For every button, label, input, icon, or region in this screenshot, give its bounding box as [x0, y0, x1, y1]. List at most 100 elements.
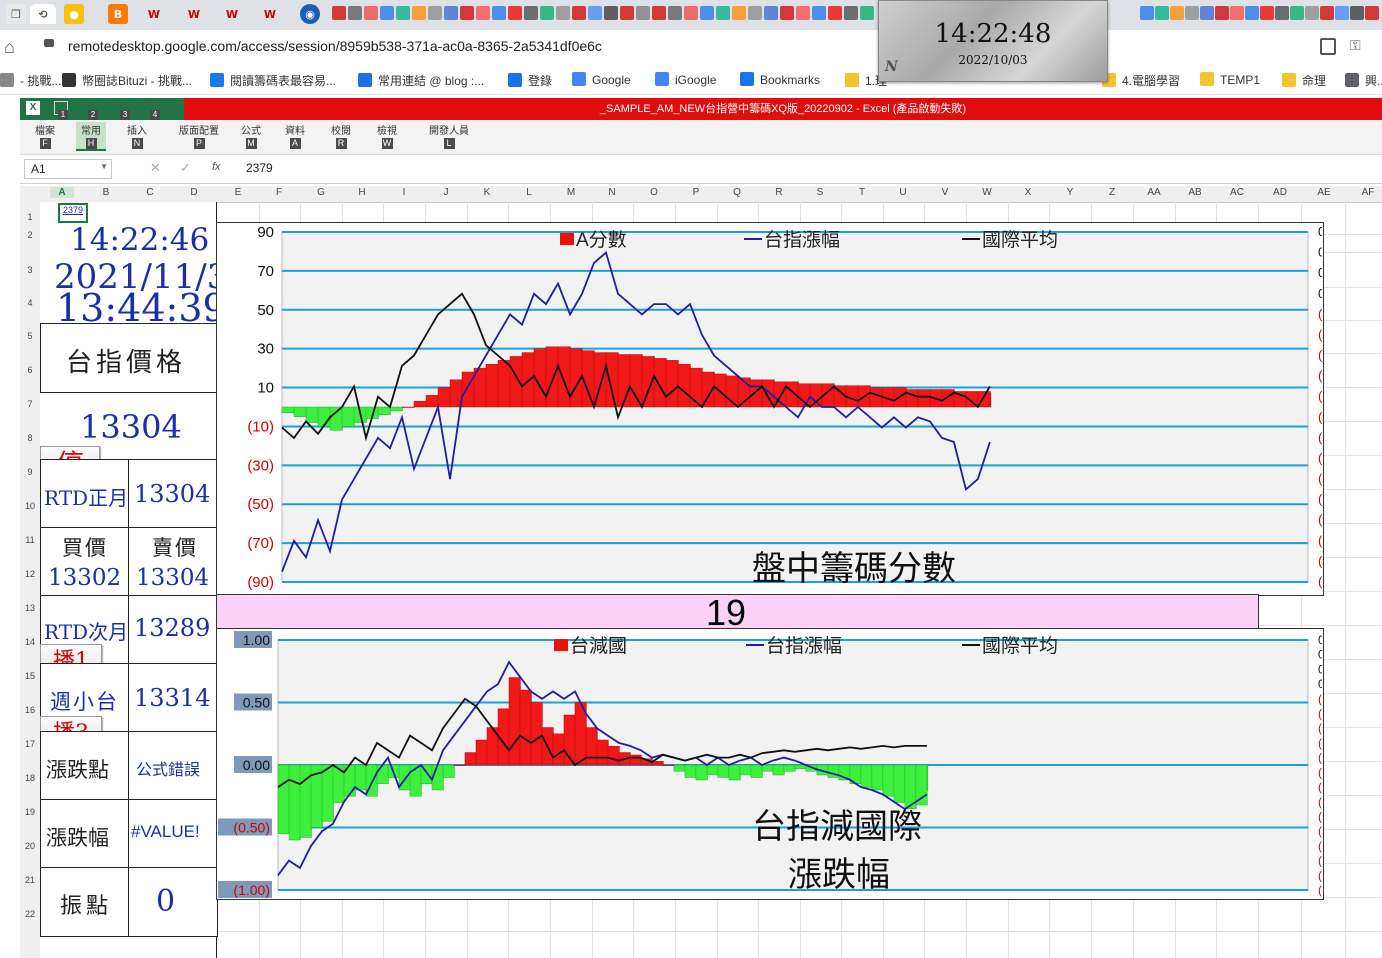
bookmark-item[interactable]: iGoogle [655, 72, 716, 87]
column-header-Z[interactable]: Z [1100, 187, 1124, 198]
bookmark-item[interactable]: 常用連結 @ blog :... [358, 72, 484, 89]
tab-favicon[interactable] [460, 6, 474, 20]
row-header-20[interactable]: 20 [20, 841, 40, 851]
row-header-4[interactable]: 4 [20, 298, 40, 308]
tab-favicon[interactable] [428, 6, 442, 20]
tab-favicon[interactable] [1215, 6, 1229, 20]
tab-favicon[interactable] [412, 6, 426, 20]
column-header-AD[interactable]: AD [1268, 187, 1292, 198]
home-icon[interactable]: ⌂ [4, 37, 15, 58]
window-icon[interactable]: ❐ [6, 4, 26, 24]
tab-favicon[interactable] [636, 6, 650, 20]
ribbon-tab-L[interactable]: 開發人員 L [418, 122, 480, 149]
tab-favicon[interactable] [540, 6, 554, 20]
tab-favicon[interactable] [684, 6, 698, 20]
column-header-V[interactable]: V [933, 187, 957, 198]
name-box[interactable]: A1 ▼ [24, 159, 112, 179]
column-header-R[interactable]: R [767, 187, 791, 198]
ribbon-tab-N[interactable]: 插入 N [122, 122, 152, 149]
tab-favicon[interactable] [476, 6, 490, 20]
active-tab[interactable]: ⟲ [30, 4, 56, 24]
enter-icon[interactable]: ✓ [180, 160, 191, 176]
cancel-icon[interactable]: ✕ [150, 160, 161, 176]
column-header-B[interactable]: B [94, 187, 118, 198]
column-header-Y[interactable]: Y [1058, 187, 1082, 198]
row-header-21[interactable]: 21 [20, 875, 40, 885]
tab-favicon[interactable] [1245, 6, 1259, 20]
tab-favicon[interactable] [1260, 6, 1274, 20]
column-header-G[interactable]: G [309, 187, 333, 198]
ribbon-tab-M[interactable]: 公式 M [236, 122, 266, 149]
row-header-11[interactable]: 11 [20, 535, 40, 545]
key-icon[interactable]: ⚿ [1350, 37, 1361, 54]
keep-tab-icon[interactable]: ● [64, 4, 84, 24]
row-header-8[interactable]: 8 [20, 433, 40, 443]
tab-favicon[interactable] [1290, 6, 1304, 20]
row-header-9[interactable]: 9 [20, 467, 40, 477]
tab-favicon[interactable] [1365, 6, 1379, 20]
tab-favicon[interactable] [1335, 6, 1349, 20]
tab-favicon[interactable] [396, 6, 410, 20]
row-header-10[interactable]: 10 [20, 501, 40, 511]
column-header-E[interactable]: E [226, 187, 250, 198]
tab-favicon[interactable] [524, 6, 538, 20]
tab-favicon[interactable] [716, 6, 730, 20]
column-header-P[interactable]: P [684, 187, 708, 198]
site-tab-icon[interactable]: ◉ [300, 4, 320, 24]
row-header-22[interactable]: 22 [20, 909, 40, 919]
tab-favicon[interactable] [348, 6, 362, 20]
tab-favicon[interactable] [1275, 6, 1289, 20]
column-header-AB[interactable]: AB [1183, 187, 1207, 198]
row-header-17[interactable]: 17 [20, 739, 40, 749]
wiki-tab-icon-2[interactable]: W [184, 4, 204, 24]
tab-favicon[interactable] [1170, 6, 1184, 20]
url-field[interactable]: remotedesktop.google.com/access/session/… [68, 38, 602, 54]
tab-favicon[interactable] [1320, 6, 1334, 20]
bookmark-item[interactable]: Google [572, 72, 631, 87]
tab-favicon[interactable] [1350, 6, 1364, 20]
row-header-5[interactable]: 5 [20, 331, 40, 341]
ribbon-tab-P[interactable]: 版面配置 P [168, 122, 230, 149]
tab-favicon[interactable] [764, 6, 778, 20]
row-header-18[interactable]: 18 [20, 773, 40, 783]
tab-favicon[interactable] [380, 6, 394, 20]
ribbon-tab-A[interactable]: 資料 A [280, 122, 310, 149]
ribbon-tab-H[interactable]: 常用 H [76, 122, 106, 151]
column-header-W[interactable]: W [975, 187, 999, 198]
column-header-O[interactable]: O [642, 187, 666, 198]
bookmark-item[interactable]: 登錄 [508, 72, 552, 89]
column-header-Q[interactable]: Q [725, 187, 749, 198]
tab-favicon[interactable] [652, 6, 666, 20]
row-header-7[interactable]: 7 [20, 399, 40, 409]
bookmark-item[interactable]: Bookmarks [740, 72, 820, 87]
column-header-D[interactable]: D [182, 187, 206, 198]
column-header-AC[interactable]: AC [1225, 187, 1249, 198]
row-header-12[interactable]: 12 [20, 569, 40, 579]
bookmark-item[interactable]: 興... [1345, 72, 1382, 89]
bookmark-item[interactable]: 命理 [1282, 72, 1326, 89]
row-header-16[interactable]: 16 [20, 705, 40, 715]
row-header-19[interactable]: 19 [20, 807, 40, 817]
tab-favicon[interactable] [844, 6, 858, 20]
column-header-F[interactable]: F [267, 187, 291, 198]
tab-favicon[interactable] [620, 6, 634, 20]
blogger-tab-icon[interactable]: B [108, 4, 128, 24]
lock-icon[interactable] [44, 39, 54, 47]
bookmark-item[interactable]: 4.電腦學習 [1102, 72, 1180, 89]
column-header-J[interactable]: J [434, 187, 458, 198]
row-header-14[interactable]: 14 [20, 637, 40, 647]
ribbon-tab-R[interactable]: 校閱 R [326, 122, 356, 149]
tab-favicon[interactable] [588, 6, 602, 20]
tab-favicon[interactable] [812, 6, 826, 20]
bookmark-item[interactable]: - 挑戰... [0, 72, 61, 89]
tab-favicon[interactable] [492, 6, 506, 20]
column-header-M[interactable]: M [559, 187, 583, 198]
column-header-AA[interactable]: AA [1142, 187, 1166, 198]
row-header-6[interactable]: 6 [20, 365, 40, 375]
column-header-C[interactable]: C [138, 187, 162, 198]
tab-favicon[interactable] [1185, 6, 1199, 20]
column-header-K[interactable]: K [475, 187, 499, 198]
column-header-A[interactable]: A [50, 187, 74, 198]
wiki-tab-icon-3[interactable]: W [222, 4, 242, 24]
tab-favicon[interactable] [860, 6, 874, 20]
